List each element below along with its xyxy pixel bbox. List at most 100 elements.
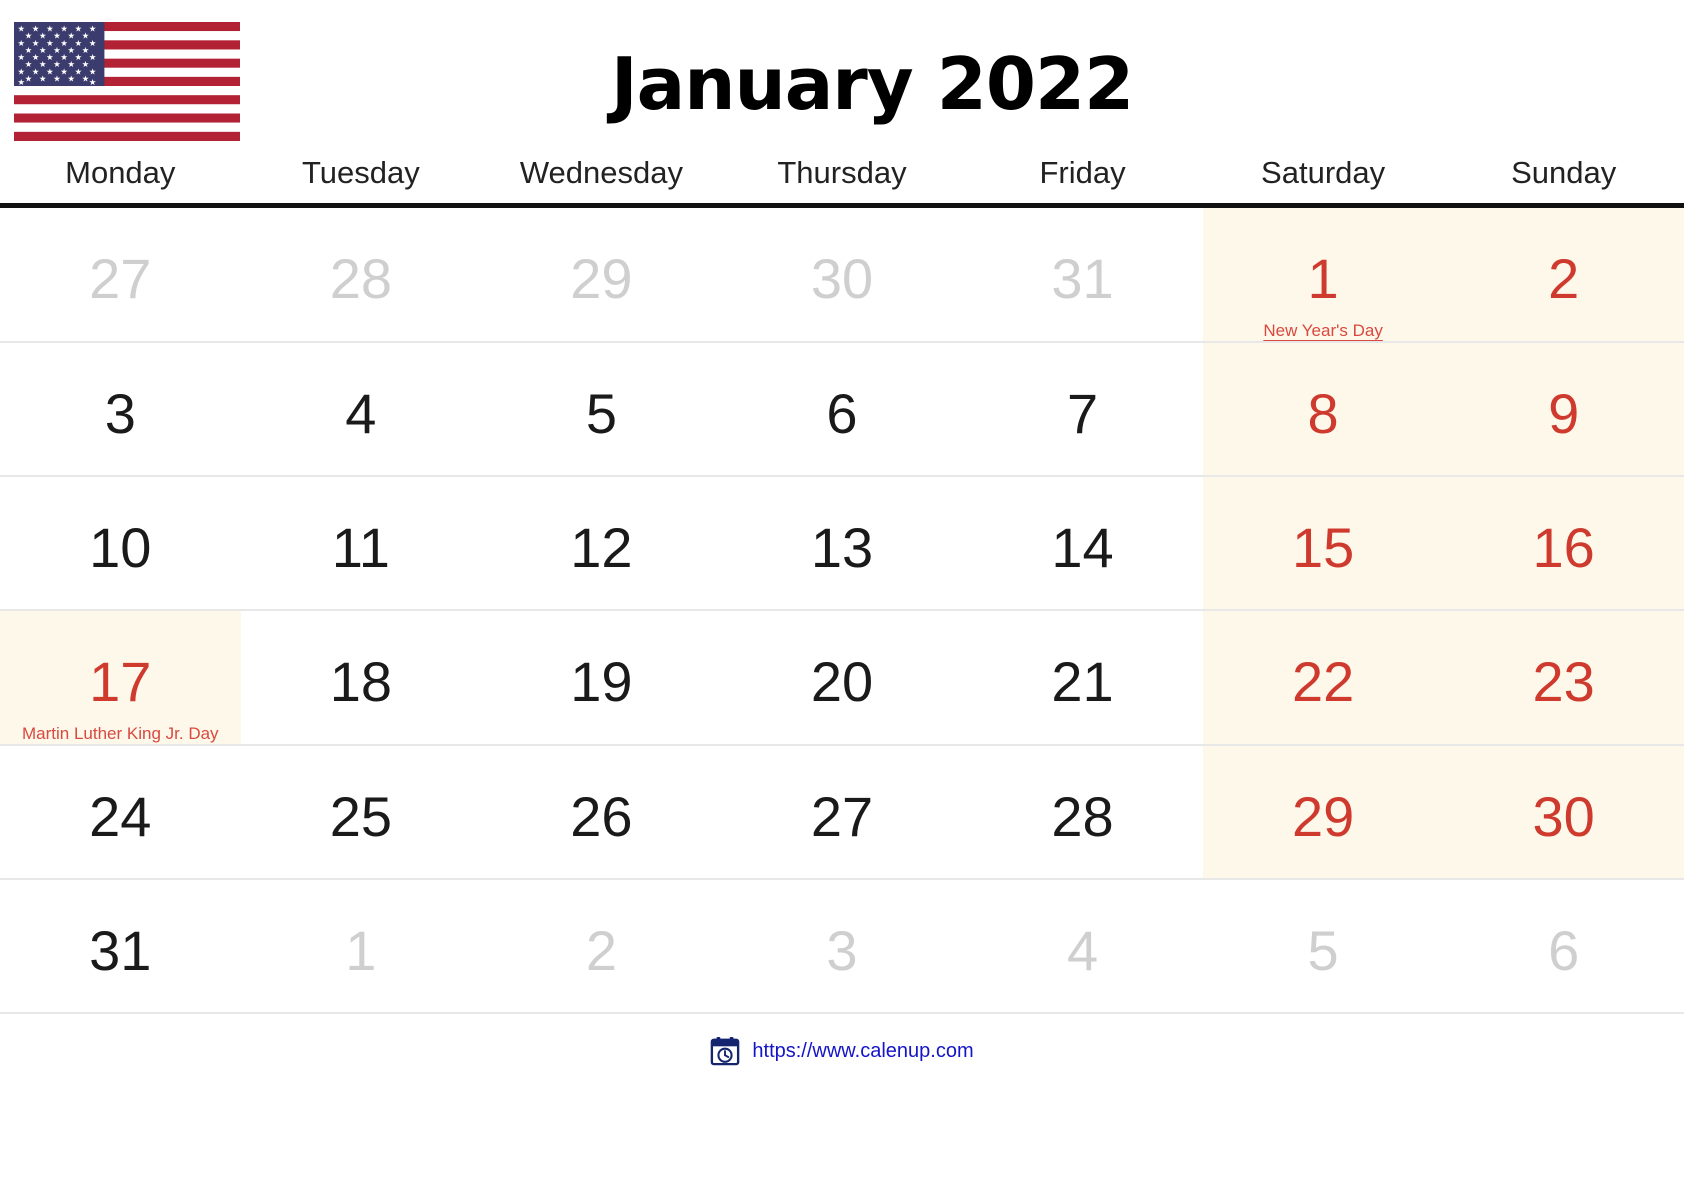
day-cell[interactable]: 2 <box>1443 205 1684 343</box>
day-number: 20 <box>810 650 874 713</box>
day-cell[interactable]: 13 <box>721 476 963 611</box>
day-number: 1 <box>345 919 377 982</box>
day-cell[interactable]: 12 <box>481 476 722 611</box>
svg-text:★: ★ <box>89 24 96 34</box>
day-cell[interactable]: 27 <box>721 745 963 880</box>
day-number: 6 <box>1548 919 1580 982</box>
day-number: 12 <box>570 516 633 579</box>
day-cell[interactable]: 16 <box>1443 476 1684 611</box>
day-number: 11 <box>331 516 390 579</box>
day-cell[interactable]: 11 <box>240 476 482 611</box>
day-number: 16 <box>1532 516 1595 579</box>
day-cell[interactable]: 31 <box>0 879 241 1014</box>
day-number: 13 <box>810 516 874 579</box>
day-cell[interactable]: 27 <box>0 205 241 343</box>
day-number: 4 <box>1066 919 1099 982</box>
day-cell[interactable]: 18 <box>240 610 482 746</box>
weekday-header-wednesday: Wednesday <box>481 155 722 208</box>
day-cell[interactable]: 29 <box>1202 745 1444 880</box>
day-number: 4 <box>345 382 377 445</box>
day-cell[interactable]: 4 <box>240 342 482 477</box>
day-cell[interactable]: 7 <box>962 342 1203 477</box>
day-cell[interactable]: 22 <box>1202 610 1444 746</box>
week-row: 3 4 5 6 7 8 9 <box>0 342 1684 477</box>
day-cell[interactable]: 26 <box>481 745 722 880</box>
weekday-header-monday: Monday <box>0 155 241 208</box>
day-cell[interactable]: 23 <box>1443 610 1684 746</box>
day-number: 14 <box>1051 516 1114 579</box>
day-cell[interactable]: 30 <box>721 205 963 343</box>
day-cell[interactable]: 5 <box>481 342 722 477</box>
day-cell[interactable]: 24 <box>0 745 241 880</box>
day-number: 28 <box>329 247 392 310</box>
day-number: 21 <box>1051 650 1114 713</box>
weeks-body: 27 28 29 30 31 1 New Year's Day 2 3 4 5 6 7 8 9 10 11 12 1… <box>0 205 1684 1014</box>
weekday-header-row: Monday Tuesday Wednesday Thursday Friday… <box>0 155 1684 208</box>
day-number: 29 <box>1291 785 1355 848</box>
day-cell[interactable]: 25 <box>240 745 482 880</box>
weekday-header-saturday: Saturday <box>1202 155 1444 208</box>
day-number: 6 <box>826 382 858 445</box>
day-number: 30 <box>1532 785 1595 848</box>
day-number: 19 <box>570 650 633 713</box>
day-cell[interactable]: 30 <box>1443 745 1684 880</box>
weekday-header-thursday: Thursday <box>721 155 963 208</box>
day-cell[interactable]: 6 <box>721 342 963 477</box>
day-number: 1 <box>1307 247 1339 310</box>
day-number: 9 <box>1548 382 1580 445</box>
calendar-header: ★ ★ ★ ★ ★ ★ ★ ★ ★ ★ ★ ★ ★ ★ ★ ★ ★ ★ ★ ★ ★ ★ ★ ★ ★ ★ ★ ★ ★ ★… <box>0 0 1684 155</box>
day-cell[interactable]: 31 <box>962 205 1203 343</box>
day-number: 27 <box>810 785 874 848</box>
day-number: 7 <box>1066 382 1099 445</box>
day-number: 3 <box>826 919 858 982</box>
day-cell[interactable]: 29 <box>481 205 722 343</box>
day-cell[interactable]: 4 <box>962 879 1203 1014</box>
day-number: 2 <box>1548 247 1580 310</box>
day-number: 10 <box>89 516 152 579</box>
day-number: 29 <box>570 247 633 310</box>
day-cell[interactable]: 3 <box>0 342 241 477</box>
day-number: 2 <box>585 919 617 982</box>
week-row: 31 1 2 3 4 5 6 <box>0 879 1684 1014</box>
day-number: 5 <box>585 382 617 445</box>
day-number: 25 <box>329 785 392 848</box>
day-number: 24 <box>89 785 152 848</box>
page-title: January 2022 <box>610 42 1134 126</box>
day-number: 22 <box>1291 650 1355 713</box>
week-row: 24 25 26 27 28 29 30 <box>0 745 1684 880</box>
day-number: 8 <box>1307 382 1339 445</box>
day-cell[interactable]: 5 <box>1202 879 1444 1014</box>
month-grid: Monday Tuesday Wednesday Thursday Friday… <box>0 155 1684 1014</box>
footer: https://www.calenup.com <box>0 1036 1684 1066</box>
day-cell[interactable]: 10 <box>0 476 241 611</box>
day-cell[interactable]: 15 <box>1202 476 1444 611</box>
calendar-clock-icon <box>710 1036 740 1066</box>
day-number: 17 <box>89 650 152 713</box>
day-cell[interactable]: 8 <box>1202 342 1444 477</box>
day-cell[interactable]: 3 <box>721 879 963 1014</box>
day-cell[interactable]: 21 <box>962 610 1203 746</box>
day-number: 27 <box>89 247 152 310</box>
day-number: 23 <box>1532 650 1595 713</box>
calenup-website-link[interactable]: https://www.calenup.com <box>752 1040 973 1063</box>
weekday-header-tuesday: Tuesday <box>240 155 482 208</box>
day-number: 26 <box>570 785 633 848</box>
day-cell[interactable]: 17 Martin Luther King Jr. Day <box>0 610 241 746</box>
svg-text:★: ★ <box>89 38 96 48</box>
day-cell[interactable]: 20 <box>721 610 963 746</box>
day-number: 3 <box>104 382 136 445</box>
day-cell[interactable]: 1 <box>240 879 482 1014</box>
day-cell[interactable]: 1 New Year's Day <box>1202 205 1444 343</box>
week-row: 17 Martin Luther King Jr. Day 18 19 20 21 22 23 <box>0 610 1684 746</box>
day-cell[interactable]: 6 <box>1443 879 1684 1014</box>
day-cell[interactable]: 9 <box>1443 342 1684 477</box>
day-number: 5 <box>1307 919 1339 982</box>
day-cell[interactable]: 28 <box>240 205 482 343</box>
day-cell[interactable]: 14 <box>962 476 1203 611</box>
day-cell[interactable]: 28 <box>962 745 1203 880</box>
holiday-label: New Year's Day <box>1263 321 1383 340</box>
day-cell[interactable]: 2 <box>481 879 722 1014</box>
day-cell[interactable]: 19 <box>481 610 722 746</box>
day-number: 31 <box>1051 247 1114 310</box>
day-number: 15 <box>1291 516 1355 579</box>
